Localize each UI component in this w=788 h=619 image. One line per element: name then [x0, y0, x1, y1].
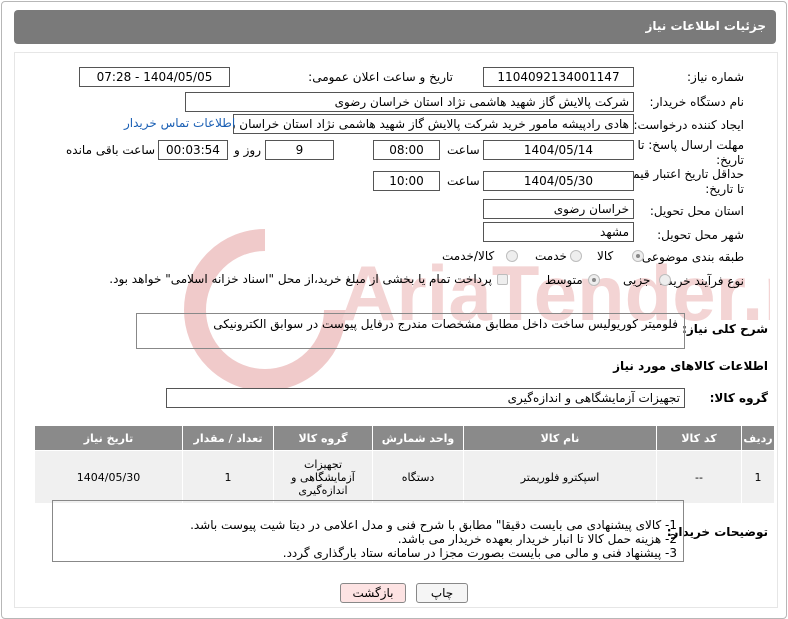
- province-label: استان محل تحویل:: [649, 204, 744, 218]
- need-number-label: شماره نیاز:: [687, 70, 744, 84]
- validity-date-field: 1404/05/30: [483, 171, 634, 191]
- process-label: نوع فرآیند خرید :: [659, 274, 744, 288]
- category-goods-service-radio[interactable]: [506, 250, 518, 262]
- cell-code: --: [656, 450, 742, 504]
- buyer-notes-text: 1- کالای پیشنهادی می بایست دقیقا" مطابق …: [190, 518, 677, 560]
- announce-datetime-field: 1404/05/05 - 07:28: [79, 67, 230, 87]
- col-row: ردیف: [741, 425, 775, 451]
- buyer-org-field: شرکت پالایش گاز شهید هاشمی نژاد استان خر…: [185, 92, 634, 112]
- description-text: فلومیتر کوریولیس ساخت داخل مطابق مشخصات …: [213, 317, 678, 331]
- col-qty: تعداد / مقدار: [182, 425, 274, 451]
- col-date: تاریخ نیاز: [34, 425, 183, 451]
- deadline-time-label: ساعت: [447, 143, 480, 157]
- category-label: طبقه بندی موضوعی:: [637, 250, 744, 264]
- deadline-label: مهلت ارسال پاسخ: تا: [637, 138, 744, 152]
- goods-group-field: تجهیزات آزمایشگاهی و اندازه‌گیری: [166, 388, 685, 408]
- cell-qty: 1: [182, 450, 274, 504]
- cell-unit: دستگاه: [372, 450, 464, 504]
- remaining-time-field: 00:03:54: [158, 140, 228, 160]
- category-goods-label: کالا: [597, 249, 614, 263]
- process-minor-radio[interactable]: [659, 274, 671, 286]
- process-medium-radio[interactable]: [588, 274, 600, 286]
- remaining-label: ساعت باقی مانده: [66, 143, 156, 157]
- buyer-contact-link[interactable]: اطلاعات تماس خریدار: [124, 116, 235, 130]
- back-button[interactable]: بازگشت: [340, 583, 406, 603]
- buyer-org-label: نام دستگاه خریدار:: [649, 95, 745, 109]
- category-service-radio[interactable]: [570, 250, 582, 262]
- page-header: جزئیات اطلاعات نیاز: [14, 10, 776, 44]
- validity-label: حداقل تاریخ اعتبار قیمت:: [617, 167, 744, 181]
- city-field: مشهد: [483, 222, 634, 242]
- description-label: شرح کلی نیاز:: [682, 322, 768, 336]
- col-group: گروه کالا: [273, 425, 373, 451]
- days-remaining-field: 9: [265, 140, 334, 160]
- city-label: شهر محل تحویل:: [657, 228, 744, 242]
- deadline-label-date: تاریخ:: [716, 153, 744, 167]
- buyer-notes-field[interactable]: 1- کالای پیشنهادی می بایست دقیقا" مطابق …: [52, 500, 684, 562]
- description-field[interactable]: فلومیتر کوریولیس ساخت داخل مطابق مشخصات …: [136, 313, 685, 349]
- creator-field: هادی رادپیشه مامور خرید شرکت پالایش گاز …: [233, 114, 634, 134]
- treasury-payment-note: پرداخت تمام یا بخشی از مبلغ خرید،از محل …: [109, 272, 492, 286]
- days-label: روز و: [234, 143, 261, 157]
- cell-group: تجهیزات آزمایشگاهی و اندازه‌گیری: [273, 450, 373, 504]
- treasury-payment-checkbox[interactable]: [497, 274, 508, 285]
- process-minor-label: جزیی: [623, 273, 651, 287]
- goods-group-label: گروه کالا:: [709, 391, 768, 405]
- goods-table-header: ردیف کد کالا نام کالا واحد شمارش گروه کا…: [34, 425, 775, 451]
- page-title: جزئیات اطلاعات نیاز: [645, 19, 766, 33]
- goods-table: ردیف کد کالا نام کالا واحد شمارش گروه کا…: [34, 425, 775, 504]
- category-goods-radio[interactable]: [632, 250, 644, 262]
- col-unit: واحد شمارش: [372, 425, 464, 451]
- print-button[interactable]: چاپ: [416, 583, 468, 603]
- deadline-time-field: 08:00: [373, 140, 440, 160]
- category-service-label: خدمت: [535, 249, 567, 263]
- creator-label: ایجاد کننده درخواست:: [633, 118, 744, 132]
- category-goods-service-label: کالا/خدمت: [442, 249, 495, 263]
- validity-time-label: ساعت: [447, 174, 480, 188]
- col-name: نام کالا: [463, 425, 657, 451]
- goods-info-title: اطلاعات کالاهای مورد نیاز: [613, 359, 768, 373]
- validity-time-field: 10:00: [373, 171, 440, 191]
- validity-label-date: تا تاریخ:: [705, 182, 744, 196]
- need-number-field: 1104092134001147: [483, 67, 634, 87]
- process-medium-label: متوسط: [545, 273, 583, 287]
- province-field: خراسان رضوی: [483, 199, 634, 219]
- deadline-date-field: 1404/05/14: [483, 140, 634, 160]
- col-code: کد کالا: [656, 425, 742, 451]
- cell-row: 1: [741, 450, 775, 504]
- cell-date: 1404/05/30: [34, 450, 183, 504]
- table-row: 1 -- اسپکترو فلوریمتر دستگاه تجهیزات آزم…: [34, 450, 775, 504]
- cell-name: اسپکترو فلوریمتر: [463, 450, 657, 504]
- announce-label: تاریخ و ساعت اعلان عمومی:: [308, 70, 453, 84]
